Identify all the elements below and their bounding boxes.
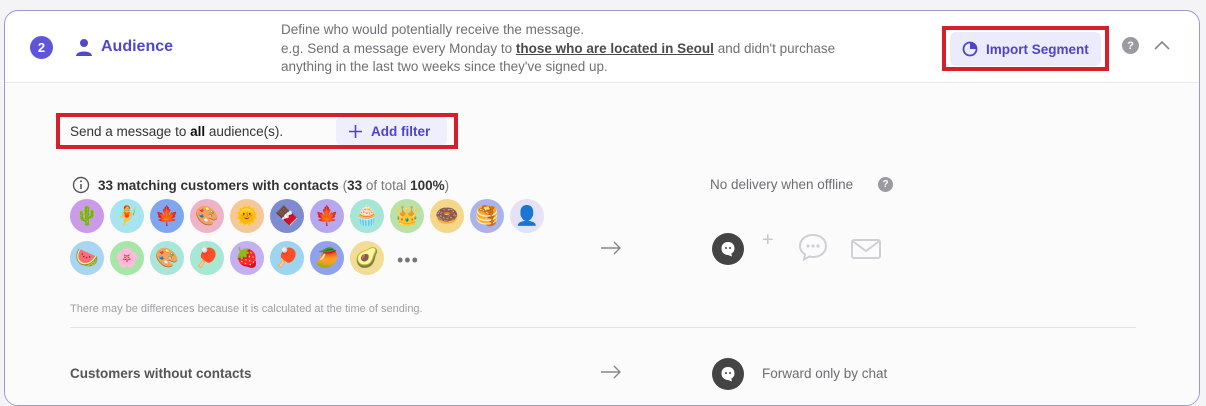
customer-avatar[interactable]: 🥑 [350, 241, 384, 275]
matching-headline: 33 matching customers with contacts [98, 178, 339, 193]
customer-avatar[interactable]: 🍁 [150, 199, 184, 233]
plus-icon [349, 124, 362, 138]
matching-open: ( [338, 178, 348, 193]
description-prefix: e.g. Send a message every Monday to [281, 40, 516, 56]
matching-count: 33 [347, 178, 363, 193]
customer-avatar[interactable]: 👑 [390, 199, 424, 233]
section-description: Define who would potentially receive the… [281, 21, 921, 77]
divider [70, 327, 1136, 328]
filter-prefix: Send a message to [70, 124, 191, 139]
person-icon [76, 39, 92, 56]
customer-avatar[interactable]: 🍁 [310, 199, 344, 233]
import-segment-button[interactable]: Import Segment [950, 32, 1101, 66]
description-line-3: anything in the last two weeks since the… [281, 59, 608, 74]
step-number-badge: 2 [30, 36, 53, 59]
chat-channel-icon [712, 358, 744, 390]
customers-without-contacts-label: Customers without contacts [70, 366, 252, 381]
customer-avatar[interactable]: 🌞 [230, 199, 264, 233]
description-line-2: e.g. Send a message every Monday to thos… [281, 40, 921, 59]
description-example: those who are located in Seoul [515, 40, 714, 56]
customer-avatar[interactable]: 👤 [510, 199, 544, 233]
add-filter-button[interactable]: Add filter [336, 117, 447, 145]
matching-close: ) [444, 178, 450, 193]
chat-bubble-icon [721, 367, 735, 382]
customer-avatar[interactable]: 🍓 [230, 241, 264, 275]
customer-avatar[interactable]: 🥞 [470, 199, 504, 233]
no-delivery-text: No delivery when offline [710, 177, 854, 192]
more-avatars-icon[interactable]: ••• [397, 250, 419, 271]
filter-suffix: audience(s). [205, 124, 284, 139]
matching-customers-summary: 33 matching customers with contacts (33 … [98, 178, 449, 193]
audience-card: 2 Audience Define who would potentially … [4, 10, 1200, 406]
customer-avatar[interactable]: 🥭 [310, 241, 344, 275]
email-icon [851, 239, 881, 259]
info-icon [72, 176, 90, 194]
audience-filter-text: Send a message to all audience(s). [70, 124, 283, 139]
arrow-right-icon [601, 365, 621, 379]
help-icon[interactable]: ? [1122, 37, 1139, 54]
description-suffix: and didn't purchase [713, 40, 836, 56]
plus-separator: + [762, 229, 774, 251]
customer-avatar[interactable]: 🌵 [70, 199, 104, 233]
chevron-up-icon[interactable] [1153, 39, 1171, 51]
calculation-note: There may be differences because it is c… [70, 303, 423, 315]
pie-chart-icon [962, 41, 978, 57]
matching-of-total: of total [362, 178, 411, 193]
no-delivery-help-icon[interactable]: ? [878, 177, 893, 192]
chat-channel-icon [712, 233, 744, 265]
customer-avatar[interactable]: 🍉 [70, 241, 104, 275]
customer-avatar[interactable]: 🍩 [430, 199, 464, 233]
customer-avatar[interactable]: 🧁 [350, 199, 384, 233]
customer-avatar[interactable]: 🧚 [110, 199, 144, 233]
customer-avatar[interactable]: 🍫 [270, 199, 304, 233]
description-line-1: Define who would potentially receive the… [281, 22, 585, 37]
message-bubble-icon [798, 233, 828, 262]
customer-avatar[interactable]: 🎨 [190, 199, 224, 233]
customer-avatar[interactable]: 🎨 [150, 241, 184, 275]
matching-percent: 100% [410, 178, 445, 193]
filter-scope: all [190, 124, 206, 139]
import-segment-label: Import Segment [986, 41, 1089, 57]
audience-body: Send a message to all audience(s). Add f… [5, 84, 1199, 405]
chat-bubble-icon [721, 242, 735, 257]
audience-header[interactable]: 2 Audience Define who would potentially … [5, 11, 1199, 83]
customer-avatar[interactable]: 🏓 [270, 241, 304, 275]
arrow-right-icon [601, 241, 621, 255]
add-filter-label: Add filter [371, 123, 431, 139]
forward-only-by-chat-text: Forward only by chat [762, 366, 888, 381]
customer-avatar[interactable]: 🌸 [110, 241, 144, 275]
customer-avatar[interactable]: 🏓 [190, 241, 224, 275]
section-title: Audience [101, 38, 174, 55]
